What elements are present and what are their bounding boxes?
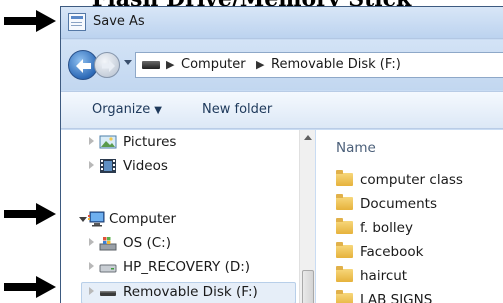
file-list-pane: Name computer class Documents f. bolley …	[316, 130, 503, 303]
folder-name: Facebook	[360, 244, 424, 260]
chevron-down-icon: ▼	[154, 105, 162, 116]
videos-library-icon	[99, 158, 117, 174]
folder-icon	[336, 170, 353, 186]
folder-name: Documents	[360, 196, 437, 212]
save-as-window-icon	[68, 13, 86, 31]
pointer-arrow-icon	[4, 276, 56, 298]
folder-icon	[336, 218, 353, 234]
pointer-arrow-icon	[4, 10, 56, 32]
nav-item-label: OS (C:)	[123, 235, 171, 251]
folder-name: computer class	[360, 172, 463, 188]
nav-item-label: Computer	[109, 211, 177, 227]
nav-item-os-c[interactable]: OS (C:)	[61, 233, 297, 255]
expand-arrow-icon[interactable]	[89, 238, 94, 246]
chevron-right-icon[interactable]: ▶	[256, 58, 264, 71]
expand-arrow-icon[interactable]	[89, 287, 94, 295]
nav-item-label: Removable Disk (F:)	[123, 284, 258, 300]
scrollbar-thumb[interactable]	[302, 270, 314, 303]
system-drive-icon	[99, 235, 117, 251]
folder-icon	[336, 194, 353, 210]
pictures-library-icon	[99, 134, 117, 150]
scroll-up-arrow-icon[interactable]	[304, 135, 312, 140]
title-bar[interactable]: Save As	[61, 7, 503, 39]
collapse-arrow-icon[interactable]	[79, 217, 87, 222]
nav-item-computer[interactable]: Computer	[61, 209, 297, 231]
folder-name: f. bolley	[360, 220, 413, 236]
address-bar[interactable]: ▶ Computer ▶ Removable Disk (F:)	[135, 52, 503, 78]
removable-drive-icon	[99, 284, 117, 300]
nav-item-removable-disk-f[interactable]: Removable Disk (F:)	[61, 282, 297, 303]
nav-item-videos[interactable]: Videos	[61, 156, 297, 178]
pointer-arrow-icon	[4, 203, 56, 225]
computer-icon	[88, 211, 106, 227]
column-header-name[interactable]: Name	[336, 140, 376, 156]
folder-icon	[336, 242, 353, 258]
folder-name: LAB SIGNS	[360, 292, 433, 303]
removable-drive-icon	[142, 61, 160, 69]
nav-item-pictures[interactable]: Pictures	[61, 132, 297, 154]
expand-arrow-icon[interactable]	[89, 161, 94, 169]
nav-pane-scrollbar[interactable]	[299, 130, 315, 303]
window-title: Save As	[93, 14, 145, 29]
folder-icon	[336, 290, 353, 303]
navigation-bar: ▶ Computer ▶ Removable Disk (F:)	[61, 40, 503, 90]
save-as-dialog: Save As ▶ Computer ▶ Removable Disk (F:)…	[60, 6, 503, 303]
nav-item-hp-recovery-d[interactable]: HP_RECOVERY (D:)	[61, 257, 297, 279]
new-folder-button[interactable]: New folder	[202, 102, 272, 117]
expand-arrow-icon[interactable]	[89, 262, 94, 270]
navigation-pane: Pictures Videos Computer OS (C:) HP_RECO…	[61, 130, 315, 303]
breadcrumb-removable-disk[interactable]: Removable Disk (F:)	[271, 57, 401, 72]
command-bar: Organize ▼ New folder	[61, 91, 503, 129]
nav-item-label: HP_RECOVERY (D:)	[123, 259, 251, 275]
nav-item-label: Pictures	[123, 134, 177, 150]
breadcrumb-computer[interactable]: Computer	[181, 57, 246, 72]
forward-arrow-icon	[102, 60, 115, 72]
expand-arrow-icon[interactable]	[89, 137, 94, 145]
folder-name: haircut	[360, 268, 408, 284]
nav-item-label: Videos	[123, 158, 168, 174]
forward-button[interactable]	[94, 52, 120, 78]
organize-button[interactable]: Organize ▼	[92, 102, 162, 117]
organize-label: Organize	[92, 102, 151, 117]
chevron-right-icon[interactable]: ▶	[166, 58, 174, 71]
hard-drive-icon	[99, 259, 117, 275]
folder-icon	[336, 266, 353, 282]
recent-pages-dropdown-icon[interactable]	[124, 60, 132, 65]
